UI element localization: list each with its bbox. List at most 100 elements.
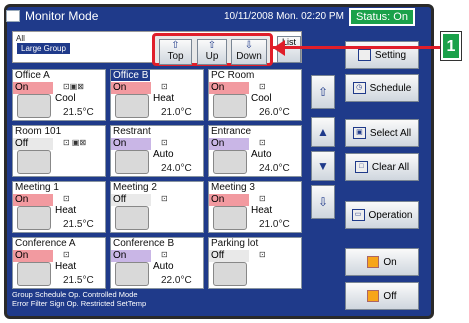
unit-status-icons: ⊡ [259,250,266,259]
top-button[interactable]: ⇧ Top [159,39,192,65]
on-button[interactable]: On [345,248,419,276]
select-all-button[interactable]: ▣ Select All [345,119,419,147]
unit-state: On [209,138,249,150]
setting-icon [357,49,371,61]
unit-mode: Cool [55,93,76,104]
unit-temp: 21.0°C [259,219,290,230]
window-title: Monitor Mode [6,9,98,23]
unit-cell[interactable]: Restrant On ⊡ Auto 24.0°C [110,125,204,177]
down-button[interactable]: ⇩ Down [231,39,267,65]
scroll-up-button[interactable]: ▲ [311,117,335,147]
unit-name: Restrant [113,126,151,137]
clear-all-button[interactable]: □ Clear All [345,153,419,181]
indoor-unit-icon [115,262,149,286]
unit-temp: 22.0°C [161,275,192,286]
unit-mode: Auto [153,149,174,160]
unit-state: Off [209,250,249,262]
clear-all-icon: □ [354,161,368,173]
unit-name: Office A [15,70,50,81]
indoor-unit-icon [17,94,51,118]
off-indicator-icon [367,290,380,302]
operation-button[interactable]: ▭ Operation [345,201,419,229]
page-nav-highlight: ⇧ Top ⇧ Up ⇩ Down [152,33,273,66]
unit-cell[interactable]: Entrance On ⊡ Auto 24.0°C [208,125,302,177]
title-bar: Monitor Mode 10/11/2008 Mon. 02:20 PM St… [6,6,426,26]
indoor-unit-icon [17,262,51,286]
unit-cell[interactable]: PC Room On ⊡ Cool 26.0°C [208,69,302,121]
unit-state: On [13,194,53,206]
icon-legend: Group Schedule Op. Controlled Mode Error… [12,290,312,308]
up-button[interactable]: ⇧ Up [197,39,227,65]
monitor-icon [6,10,20,22]
scroll-top-button[interactable]: ⇧ [311,75,335,109]
unit-name: Meeting 1 [15,182,59,193]
status-badge: Status: On [349,8,415,26]
indoor-unit-icon [115,206,149,230]
unit-state: On [111,250,151,262]
unit-status-icons: ⊡ [63,250,70,259]
indoor-unit-icon [213,262,247,286]
unit-status-icons: ⊡ ▣⊠ [63,138,87,147]
unit-mode: Auto [153,261,174,272]
unit-temp: 24.0°C [259,163,290,174]
unit-name: Entrance [211,126,252,137]
unit-status-icons: ⊡ [259,138,266,147]
unit-status-icons: ⊡ [161,82,168,91]
unit-cell[interactable]: Meeting 3 On ⊡ Heat 21.0°C [208,181,302,233]
unit-name: Conference B [113,238,175,249]
indoor-unit-icon [17,206,51,230]
unit-mode: Heat [153,93,175,104]
group-large-label[interactable]: Large Group [17,43,70,54]
indoor-unit-icon [115,150,149,174]
unit-mode: Heat [55,261,77,272]
unit-status-icons: ⊡ [259,194,266,203]
unit-state: Off [13,138,53,150]
unit-state: On [209,82,249,94]
operation-icon: ▭ [351,209,365,221]
down-arrow-icon: ⇩ [244,40,254,51]
indoor-unit-icon [213,206,247,230]
unit-name: PC Room [211,70,255,81]
unit-status-icons: ⊡ [161,250,168,259]
unit-state: On [13,82,53,94]
unit-state: On [111,82,151,94]
scroll-down-button[interactable]: ▼ [311,151,335,181]
unit-cell[interactable]: Meeting 2 Off ⊡ [110,181,204,233]
unit-name: Meeting 2 [113,182,157,193]
indoor-unit-icon [213,94,247,118]
top-arrow-icon: ⇧ [171,40,180,51]
unit-name: Conference A [15,238,76,249]
unit-status-icons: ⊡ [63,194,70,203]
unit-cell[interactable]: Conference A On ⊡ Heat 21.5°C [12,237,106,289]
unit-cell[interactable]: Room 101 Off ⊡ ▣⊠ [12,125,106,177]
indoor-unit-icon [17,150,51,174]
unit-status-icons: ⊡▣⊠ [63,82,84,91]
unit-mode: Auto [251,149,272,160]
callout-number: 1 [440,31,462,61]
scroll-bottom-button[interactable]: ⇩ [311,185,335,219]
legend-line-2: Error Filter Sign Op. Restricted SetTemp [12,299,147,308]
unit-name: Office B [111,70,151,81]
unit-cell[interactable]: Parking lot Off ⊡ [208,237,302,289]
unit-status-icons: ⊡ [161,194,168,203]
legend-line-1: Group Schedule Op. Controlled Mode [12,290,138,299]
unit-status-icons: ⊡ [161,138,168,147]
unit-state: On [111,138,151,150]
unit-name: Room 101 [15,126,62,137]
unit-cell[interactable]: Conference B On ⊡ Auto 22.0°C [110,237,204,289]
unit-temp: 21.5°C [63,219,94,230]
unit-temp: 26.0°C [259,107,290,118]
unit-cell[interactable]: Meeting 1 On ⊡ Heat 21.5°C [12,181,106,233]
off-button[interactable]: Off [345,282,419,310]
callout-line [273,46,443,49]
indoor-unit-icon [115,94,149,118]
schedule-icon: ◷ [352,82,366,94]
group-all-label[interactable]: All [16,34,25,43]
unit-status-icons: ⊡ [259,82,266,91]
unit-mode: Heat [251,205,273,216]
on-indicator-icon [367,256,380,268]
schedule-button[interactable]: ◷ Schedule [345,74,419,102]
indoor-unit-icon [213,150,247,174]
unit-cell[interactable]: Office B On ⊡ Heat 21.0°C [110,69,204,121]
unit-cell[interactable]: Office A On ⊡▣⊠ Cool 21.5°C [12,69,106,121]
